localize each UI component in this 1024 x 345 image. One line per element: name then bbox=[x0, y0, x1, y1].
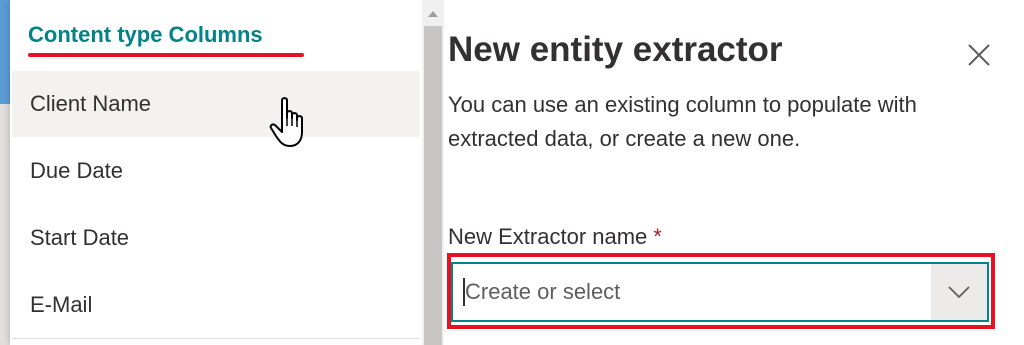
background-page-accent bbox=[0, 0, 10, 104]
close-icon bbox=[968, 44, 990, 66]
option-start-date[interactable]: Start Date bbox=[12, 205, 420, 271]
dropdown-scrollbar[interactable] bbox=[422, 0, 444, 345]
new-entity-extractor-panel: New entity extractor You can use an exis… bbox=[444, 0, 1024, 345]
option-due-date[interactable]: Due Date bbox=[12, 138, 420, 204]
hand-pointer-cursor-icon bbox=[269, 97, 303, 147]
extractor-name-label: New Extractor name * bbox=[448, 224, 662, 250]
background-page bbox=[0, 0, 10, 345]
required-asterisk: * bbox=[653, 224, 662, 249]
column-dropdown-list: Content type Columns Client Name Due Dat… bbox=[10, 0, 422, 345]
annotation-underline bbox=[28, 53, 304, 57]
scroll-up-arrow-icon[interactable] bbox=[422, 6, 444, 20]
close-button[interactable] bbox=[964, 40, 994, 70]
scrollbar-thumb[interactable] bbox=[424, 26, 442, 345]
extractor-name-label-text: New Extractor name bbox=[448, 224, 648, 249]
option-email[interactable]: E-Mail bbox=[12, 272, 420, 338]
option-client-name[interactable]: Client Name bbox=[12, 71, 420, 137]
combobox-dropdown-button[interactable] bbox=[931, 264, 987, 320]
list-divider bbox=[12, 338, 420, 339]
extractor-name-combobox[interactable] bbox=[451, 262, 989, 322]
extractor-name-input[interactable] bbox=[461, 264, 931, 320]
chevron-down-icon bbox=[948, 286, 970, 298]
group-header: Content type Columns bbox=[28, 22, 263, 47]
panel-description: You can use an existing column to popula… bbox=[448, 92, 917, 151]
text-caret bbox=[463, 278, 465, 306]
panel-title: New entity extractor bbox=[448, 30, 783, 69]
